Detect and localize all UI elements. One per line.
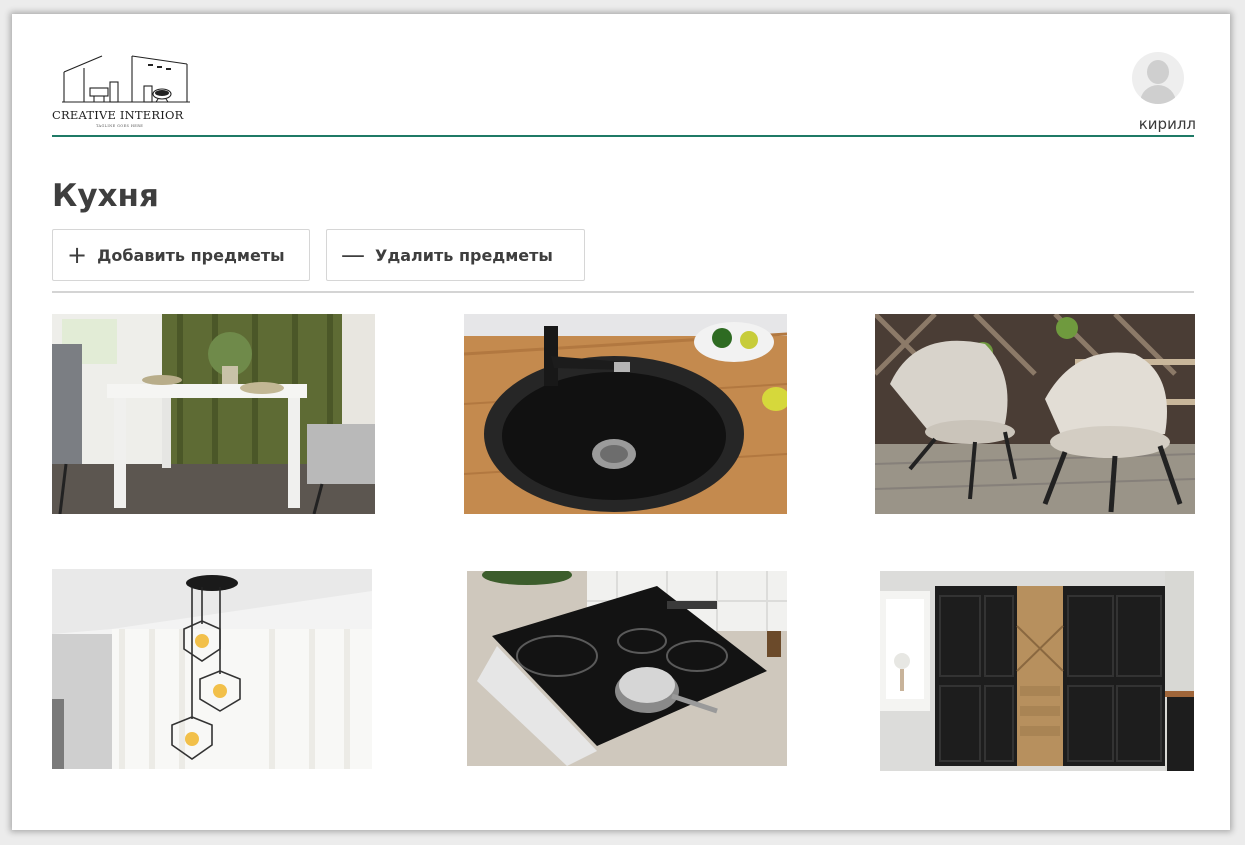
sink-image [464,314,787,514]
remove-items-label: Удалить предметы [375,245,553,265]
item-card-chairs[interactable] [875,314,1195,514]
brand-name: CREATIVE INTERIOR [52,108,184,122]
plus-icon: + [67,241,88,269]
app-window: CREATIVE INTERIOR TAGLINE GOES HERE кири… [12,14,1230,830]
add-items-label: Добавить предметы [97,245,285,265]
username[interactable]: кирилл [1139,115,1196,133]
cooktop-image [467,571,787,766]
avatar-head [1147,60,1169,84]
minus-icon: — [341,241,365,269]
chairs-image [875,314,1195,514]
item-card-cooktop[interactable] [467,571,787,766]
toolbar-divider [52,291,1194,293]
remove-items-button[interactable]: — Удалить предметы [326,229,585,281]
add-items-button[interactable]: + Добавить предметы [52,229,310,281]
pendant-lamp-image [52,569,372,769]
brand-logo[interactable]: CREATIVE INTERIOR TAGLINE GOES HERE [52,54,212,142]
cabinet-image [880,571,1194,771]
item-card-sink[interactable] [464,314,787,514]
page-title: Кухня [52,178,159,214]
avatar-body [1140,85,1176,104]
logo-icon [62,55,190,103]
item-card-cabinet[interactable] [880,571,1194,771]
item-card-dining-table[interactable] [52,314,375,514]
brand-tagline: TAGLINE GOES HERE [96,124,144,128]
dining-table-image [52,314,375,514]
item-card-pendant-lamp[interactable] [52,569,372,769]
user-avatar-icon[interactable] [1132,52,1184,104]
header-divider [52,135,1194,137]
